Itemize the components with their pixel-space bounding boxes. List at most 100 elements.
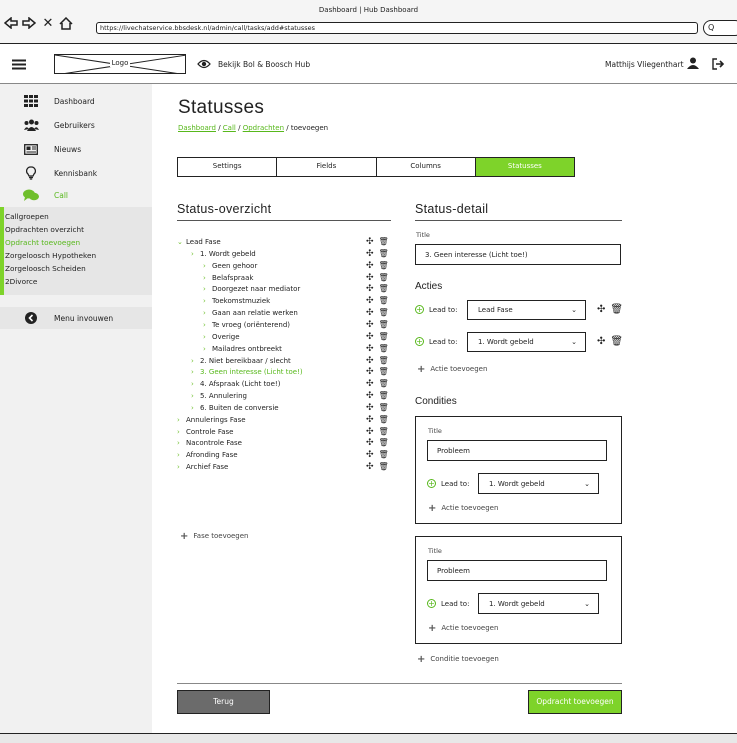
chevron-right-icon[interactable]: › xyxy=(191,366,200,378)
add-action-link[interactable]: + Actie toevoegen xyxy=(417,364,487,375)
chevron-right-icon[interactable]: › xyxy=(203,331,212,343)
plus-circle-icon[interactable]: + xyxy=(415,337,424,346)
tree-row[interactable]: › Controle Fase ✣🗑 xyxy=(177,426,392,438)
move-icon[interactable]: ✣ xyxy=(366,237,379,247)
move-icon[interactable]: ✣ xyxy=(366,273,379,283)
chevron-right-icon[interactable]: › xyxy=(191,355,200,367)
submenu-item-opdracht-toevoegen[interactable]: Opdracht toevoegen xyxy=(4,238,80,247)
trash-icon[interactable]: 🗑 xyxy=(379,344,394,353)
move-icon[interactable]: ✣ xyxy=(366,450,379,460)
chevron-right-icon[interactable]: › xyxy=(177,414,186,426)
back-arrow-icon[interactable] xyxy=(4,16,18,30)
trash-icon[interactable]: 🗑 xyxy=(610,336,628,347)
tree-row[interactable]: › Nacontrole Fase ✣🗑 xyxy=(177,437,392,449)
move-icon[interactable]: ✣ xyxy=(366,415,379,425)
trash-icon[interactable]: 🗑 xyxy=(379,308,394,317)
trash-icon[interactable]: 🗑 xyxy=(379,320,394,329)
submenu-item-opdrachten-overzicht[interactable]: Opdrachten overzicht xyxy=(4,225,84,234)
move-icon[interactable]: ✣ xyxy=(366,367,379,377)
move-icon[interactable]: ✣ xyxy=(366,344,379,354)
move-icon[interactable]: ✣ xyxy=(366,391,379,401)
logout-icon[interactable] xyxy=(712,58,725,72)
move-icon[interactable]: ✣ xyxy=(366,332,379,342)
trash-icon[interactable]: 🗑 xyxy=(379,237,394,246)
chevron-right-icon[interactable]: › xyxy=(203,283,212,295)
collapse-menu-button[interactable]: Menu invouwen xyxy=(0,307,152,329)
tab-columns[interactable]: Columns xyxy=(377,158,476,176)
trash-icon[interactable]: 🗑 xyxy=(379,273,394,282)
tree-row[interactable]: › Overige ✣🗑 xyxy=(177,331,392,343)
submenu-item-zorgeloosch-hypotheken[interactable]: Zorgeloosch Hypotheken xyxy=(4,251,96,260)
condition-lead-select[interactable]: 1. Wordt gebeld ⌄ xyxy=(478,473,599,494)
move-icon[interactable]: ✣ xyxy=(597,336,610,347)
tree-row[interactable]: › Belafspraak ✣🗑 xyxy=(177,272,392,284)
move-icon[interactable]: ✣ xyxy=(366,261,379,271)
move-icon[interactable]: ✣ xyxy=(366,427,379,437)
chevron-right-icon[interactable]: › xyxy=(177,449,186,461)
trash-icon[interactable]: 🗑 xyxy=(379,438,394,447)
chevron-right-icon[interactable]: › xyxy=(203,295,212,307)
add-phase-link[interactable]: + Fase toevoegen xyxy=(180,531,249,542)
tree-row[interactable]: › 5. Annulering ✣🗑 xyxy=(177,390,392,402)
trash-icon[interactable]: 🗑 xyxy=(379,356,394,365)
move-icon[interactable]: ✣ xyxy=(366,356,379,366)
move-icon[interactable]: ✣ xyxy=(366,296,379,306)
plus-circle-icon[interactable]: + xyxy=(415,305,424,314)
chevron-right-icon[interactable]: › xyxy=(203,343,212,355)
tree-row[interactable]: › Archief Fase ✣🗑 xyxy=(177,461,392,473)
tree-row[interactable]: › Te vroeg (oriënterend) ✣🗑 xyxy=(177,319,392,331)
trash-icon[interactable]: 🗑 xyxy=(379,261,394,270)
condition-title-input[interactable]: Probleem xyxy=(427,560,607,581)
trash-icon[interactable]: 🗑 xyxy=(379,249,394,258)
trash-icon[interactable]: 🗑 xyxy=(379,427,394,436)
trash-icon[interactable]: 🗑 xyxy=(379,332,394,341)
chevron-right-icon[interactable]: › xyxy=(177,461,186,473)
forward-arrow-icon[interactable] xyxy=(22,16,36,30)
chevron-right-icon[interactable]: › xyxy=(203,260,212,272)
condition-lead-select[interactable]: 1. Wordt gebeld ⌄ xyxy=(478,593,599,614)
trash-icon[interactable]: 🗑 xyxy=(379,450,394,459)
tree-row[interactable]: › 4. Afspraak (Licht toe!) ✣🗑 xyxy=(177,378,392,390)
tree-row[interactable]: › Doorgezet naar mediator ✣🗑 xyxy=(177,283,392,295)
tab-statusses[interactable]: Statusses xyxy=(475,158,574,176)
submenu-item-zorgeloosch-scheiden[interactable]: Zorgeloosch Scheiden xyxy=(4,264,86,273)
hamburger-menu-icon[interactable] xyxy=(12,59,26,72)
user-name[interactable]: Matthijs Vliegenthart xyxy=(605,60,684,69)
chevron-down-icon[interactable]: ⌄ xyxy=(177,236,186,248)
plus-circle-icon[interactable]: + xyxy=(427,479,436,488)
tree-row[interactable]: › Gaan aan relatie werken ✣🗑 xyxy=(177,307,392,319)
chevron-right-icon[interactable]: › xyxy=(177,437,186,449)
trash-icon[interactable]: 🗑 xyxy=(379,391,394,400)
sidebar-item-kennisbank[interactable]: Kennisbank xyxy=(0,162,152,184)
tree-row[interactable]: › Mailadres ontbreekt ✣🗑 xyxy=(177,343,392,355)
move-icon[interactable]: ✣ xyxy=(597,304,610,315)
chevron-right-icon[interactable]: › xyxy=(203,319,212,331)
hub-link[interactable]: Bekijk Bol & Boosch Hub xyxy=(218,60,310,69)
tab-settings[interactable]: Settings xyxy=(178,158,278,176)
move-icon[interactable]: ✣ xyxy=(366,462,379,472)
trash-icon[interactable]: 🗑 xyxy=(379,462,394,471)
move-icon[interactable]: ✣ xyxy=(366,320,379,330)
title-input[interactable]: 3. Geen interesse (Licht toe!) xyxy=(415,244,621,265)
breadcrumb-dashboard[interactable]: Dashboard xyxy=(178,124,216,132)
browser-search-field[interactable]: Q xyxy=(703,20,737,36)
chevron-right-icon[interactable]: › xyxy=(203,272,212,284)
tree-row[interactable]: › Annulerings Fase ✣🗑 xyxy=(177,414,392,426)
breadcrumb-call[interactable]: Call xyxy=(223,124,236,132)
move-icon[interactable]: ✣ xyxy=(366,249,379,259)
add-action-link[interactable]: + Actie toevoegen xyxy=(428,623,498,634)
lead-to-select[interactable]: 1. Wordt gebeld ⌄ xyxy=(467,332,586,352)
chevron-right-icon[interactable]: › xyxy=(191,402,200,414)
move-icon[interactable]: ✣ xyxy=(366,284,379,294)
tree-row[interactable]: › Afronding Fase ✣🗑 xyxy=(177,449,392,461)
submit-button[interactable]: Opdracht toevoegen xyxy=(528,690,622,714)
trash-icon[interactable]: 🗑 xyxy=(379,296,394,305)
plus-circle-icon[interactable]: + xyxy=(427,599,436,608)
move-icon[interactable]: ✣ xyxy=(366,308,379,318)
submenu-item-callgroepen[interactable]: Callgroepen xyxy=(4,212,49,221)
trash-icon[interactable]: 🗑 xyxy=(379,403,394,412)
sidebar-item-dashboard[interactable]: Dashboard xyxy=(0,90,152,112)
trash-icon[interactable]: 🗑 xyxy=(379,379,394,388)
lead-to-select[interactable]: Lead Fase ⌄ xyxy=(467,300,586,320)
tree-row[interactable]: ⌄ Lead Fase ✣🗑 xyxy=(177,236,392,248)
